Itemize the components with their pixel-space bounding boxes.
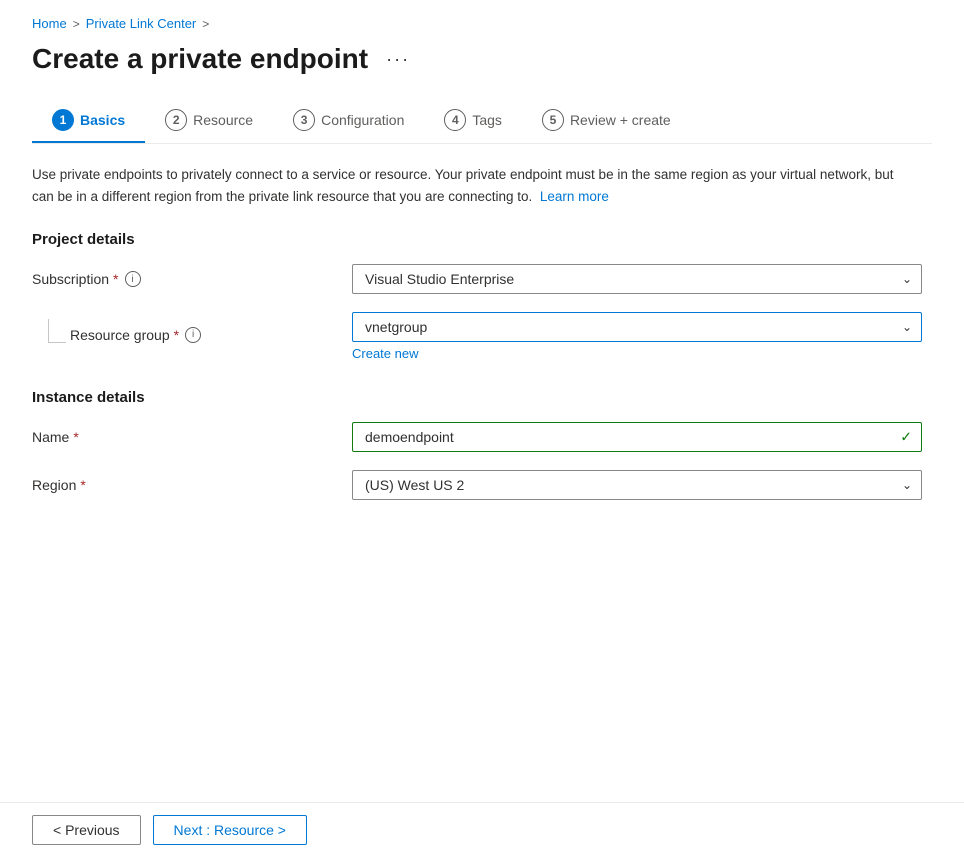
tab-review-label: Review + create xyxy=(570,112,671,128)
info-text: Use private endpoints to privately conne… xyxy=(32,164,912,207)
tab-resource-label: Resource xyxy=(193,112,253,128)
name-input[interactable] xyxy=(352,422,922,452)
region-select[interactable]: (US) West US 2 xyxy=(352,470,922,500)
tab-basics-number: 1 xyxy=(52,109,74,131)
rg-control: vnetgroup ⌄ Create new xyxy=(352,312,922,361)
next-button[interactable]: Next : Resource > xyxy=(153,815,307,845)
tab-review-number: 5 xyxy=(542,109,564,131)
previous-button[interactable]: < Previous xyxy=(32,815,141,845)
region-select-wrapper: (US) West US 2 ⌄ xyxy=(352,470,922,500)
breadcrumb-home[interactable]: Home xyxy=(32,16,67,31)
breadcrumb-private-link-center[interactable]: Private Link Center xyxy=(86,16,197,31)
ellipsis-button[interactable]: ··· xyxy=(380,47,416,72)
breadcrumb: Home > Private Link Center > xyxy=(32,16,932,31)
resource-group-label: Resource group xyxy=(70,327,170,343)
rg-info-icon[interactable]: i xyxy=(185,327,201,343)
tab-resource[interactable]: 2 Resource xyxy=(145,99,273,143)
tab-resource-number: 2 xyxy=(165,109,187,131)
subscription-required: * xyxy=(113,271,118,287)
tab-tags[interactable]: 4 Tags xyxy=(424,99,522,143)
tab-configuration-number: 3 xyxy=(293,109,315,131)
instance-details-section: Instance details Name * ✓ Region * xyxy=(32,389,932,500)
rg-required: * xyxy=(174,327,179,343)
name-control: ✓ xyxy=(352,422,922,452)
subscription-select-wrapper: Visual Studio Enterprise ⌄ xyxy=(352,264,922,294)
project-details-heading: Project details xyxy=(32,231,932,248)
region-required: * xyxy=(80,477,85,493)
breadcrumb-sep2: > xyxy=(202,17,209,31)
tab-configuration[interactable]: 3 Configuration xyxy=(273,99,424,143)
name-valid-icon: ✓ xyxy=(900,429,912,446)
tab-tags-number: 4 xyxy=(444,109,466,131)
tabs-row: 1 Basics 2 Resource 3 Configuration 4 Ta… xyxy=(32,99,932,144)
name-label: Name * xyxy=(32,422,352,445)
tab-tags-label: Tags xyxy=(472,112,502,128)
rg-indent-line: Resource group * i xyxy=(32,312,352,343)
tab-review-create[interactable]: 5 Review + create xyxy=(522,99,691,143)
subscription-select[interactable]: Visual Studio Enterprise xyxy=(352,264,922,294)
name-required: * xyxy=(73,429,78,445)
page-title: Create a private endpoint xyxy=(32,43,368,75)
subscription-row: Subscription * i Visual Studio Enterpris… xyxy=(32,264,932,294)
page-title-row: Create a private endpoint ··· xyxy=(32,43,932,75)
project-details-section: Project details Subscription * i Visual … xyxy=(32,231,932,361)
learn-more-link[interactable]: Learn more xyxy=(540,189,609,204)
tab-basics-label: Basics xyxy=(80,112,125,128)
region-label: Region * xyxy=(32,470,352,493)
create-new-link[interactable]: Create new xyxy=(352,346,418,361)
subscription-label: Subscription * i xyxy=(32,264,352,287)
resource-group-select[interactable]: vnetgroup xyxy=(352,312,922,342)
region-row: Region * (US) West US 2 ⌄ xyxy=(32,470,932,500)
name-input-wrapper: ✓ xyxy=(352,422,922,452)
subscription-control: Visual Studio Enterprise ⌄ xyxy=(352,264,922,294)
tab-configuration-label: Configuration xyxy=(321,112,404,128)
name-row: Name * ✓ xyxy=(32,422,932,452)
rg-select-wrapper: vnetgroup ⌄ xyxy=(352,312,922,342)
region-control: (US) West US 2 ⌄ xyxy=(352,470,922,500)
instance-details-heading: Instance details xyxy=(32,389,932,406)
subscription-info-icon[interactable]: i xyxy=(125,271,141,287)
rg-label-row: Resource group * i xyxy=(70,320,201,343)
bottom-nav: < Previous Next : Resource > xyxy=(0,802,964,857)
tab-basics[interactable]: 1 Basics xyxy=(32,99,145,143)
breadcrumb-sep1: > xyxy=(73,17,80,31)
resource-group-row: Resource group * i vnetgroup ⌄ Create ne… xyxy=(32,312,932,361)
